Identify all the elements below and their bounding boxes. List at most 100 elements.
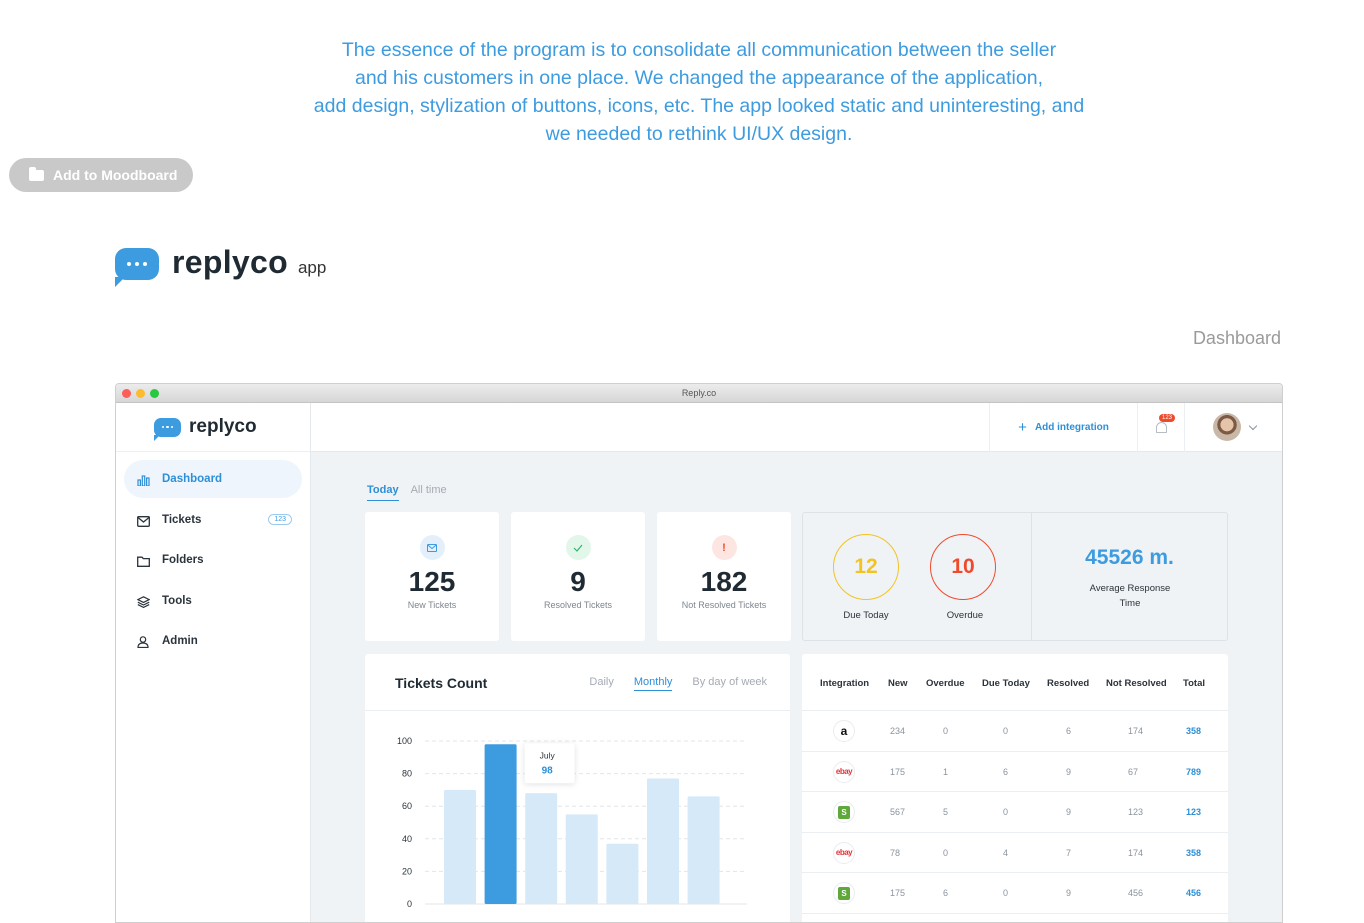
chat-bubble-icon: [154, 417, 181, 441]
amazon-icon: a: [833, 720, 855, 742]
table-cell-overdue: 0: [943, 847, 949, 858]
sidebar-item-label: Dashboard: [162, 473, 223, 485]
table-cell-due: 6: [1003, 766, 1009, 777]
intro-line: we needed to rethink UI/UX design.: [545, 123, 853, 145]
app-logo[interactable]: replyco: [116, 403, 310, 452]
chart-bar[interactable]: [444, 789, 476, 904]
overdue-label: Overdue: [946, 610, 984, 621]
stat-value: 125: [408, 566, 456, 597]
sidebar-item-tools[interactable]: Tools: [124, 582, 302, 620]
sidebar-item-tickets[interactable]: Tickets 123: [124, 501, 302, 539]
table-cell-total[interactable]: 789: [1186, 767, 1201, 777]
shopify-icon: S: [833, 801, 855, 823]
avatar[interactable]: [1213, 413, 1241, 441]
table-row[interactable]: ebay 78 0 4 7 174 358: [802, 833, 1228, 873]
table-cell-total[interactable]: 358: [1186, 726, 1201, 736]
chart-bar[interactable]: [687, 796, 720, 904]
tab-monthly[interactable]: Monthly: [633, 676, 673, 691]
add-to-moodboard-button[interactable]: Add to Moodboard: [9, 158, 193, 192]
notifications-button[interactable]: 123: [1137, 403, 1185, 452]
table-cell-not-resolved: 456: [1128, 888, 1144, 898]
tickets-bar-chart: 0 20 40 60 80 100 July 98: [397, 736, 747, 909]
integration-logo-glyph: a: [840, 724, 848, 738]
due-overdue-card: 12 Due Today 10 Overdue 45526 m. Average…: [802, 512, 1228, 641]
table-cell-total[interactable]: 456: [1186, 888, 1201, 898]
table-cell-not-resolved: 174: [1128, 726, 1144, 736]
app-logo-text: replyco: [189, 416, 257, 437]
mail-icon: [419, 535, 445, 560]
stat-card-new-tickets: 125 New Tickets: [365, 512, 499, 641]
table-cell-total[interactable]: 358: [1186, 848, 1201, 858]
table-cell-new: 78: [890, 847, 901, 858]
table-cell-not-resolved: 174: [1128, 847, 1144, 858]
app-window: Reply.co replyco Dashboard Tickets 123 F…: [115, 383, 1283, 923]
table-row[interactable]: S 175 6 0 9 456 456: [802, 873, 1228, 914]
column-header: Integration: [820, 678, 870, 689]
table-cell-due: 0: [1003, 726, 1009, 736]
sidebar-item-folders[interactable]: Folders: [124, 541, 302, 579]
table-cell-resolved: 9: [1066, 888, 1072, 898]
integration-logo-glyph: ebay: [835, 848, 853, 857]
sidebar-item-label: Folders: [162, 554, 204, 566]
table-cell-not-resolved: 67: [1128, 766, 1139, 777]
y-tick-label: 40: [402, 834, 412, 844]
table-cell-resolved: 6: [1066, 726, 1072, 736]
tab-today[interactable]: Today: [367, 484, 399, 501]
column-header: Resolved: [1047, 678, 1090, 689]
table-cell-overdue: 5: [943, 807, 949, 817]
brand-logo: replyco app: [115, 244, 326, 287]
top-bar: + Add integration 123: [311, 403, 1282, 452]
chart-bar[interactable]: [565, 814, 598, 904]
intro-text: The essence of the program is to consoli…: [0, 36, 1364, 148]
average-response-label: Average Response Time: [1082, 581, 1178, 611]
table-cell-overdue: 1: [943, 766, 949, 777]
chevron-down-icon[interactable]: [1248, 421, 1258, 431]
overdue-ring: 10: [930, 534, 996, 600]
add-integration-button[interactable]: + Add integration: [989, 403, 1137, 452]
column-header: Due Today: [982, 678, 1030, 689]
table-cell-overdue: 6: [943, 888, 949, 898]
chart-title: Tickets Count: [395, 675, 488, 691]
sidebar: replyco Dashboard Tickets 123 Folders To…: [116, 403, 311, 922]
table-cell-overdue: 0: [943, 726, 949, 736]
table-cell-total[interactable]: 123: [1186, 807, 1201, 817]
table-cell-resolved: 7: [1066, 847, 1072, 858]
column-header: Overdue: [926, 678, 965, 689]
table-row[interactable]: S 567 5 0 9 123 123: [802, 792, 1228, 833]
tickets-count-card: Tickets Count Daily Monthly By day of we…: [365, 654, 790, 922]
stat-card-not-resolved-tickets: ! 182 Not Resolved Tickets: [657, 512, 791, 641]
y-tick-label: 100: [397, 736, 412, 746]
stat-value: 182: [700, 566, 748, 597]
sidebar-item-label: Admin: [162, 635, 198, 647]
mail-icon: [136, 513, 150, 527]
integration-logo-glyph: ebay: [835, 767, 853, 776]
section-label: Dashboard: [1192, 328, 1281, 348]
tab-by-day-of-week[interactable]: By day of week: [692, 676, 767, 691]
tab-all-time[interactable]: All time: [411, 484, 447, 501]
table-cell-resolved: 9: [1066, 807, 1072, 817]
average-response-label-line: Time: [1119, 598, 1141, 609]
stat-card-resolved-tickets: 9 Resolved Tickets: [511, 512, 645, 641]
sidebar-item-admin[interactable]: Admin: [124, 622, 302, 660]
table-cell-due: 4: [1003, 847, 1009, 858]
y-tick-label: 20: [402, 866, 412, 876]
bar-chart-icon: [136, 472, 150, 486]
tab-daily[interactable]: Daily: [589, 676, 613, 691]
chart-bar[interactable]: [484, 744, 517, 904]
stat-label: Not Resolved Tickets: [681, 600, 767, 610]
chart-bar[interactable]: [525, 793, 558, 904]
sidebar-item-dashboard[interactable]: Dashboard: [124, 460, 302, 498]
check-icon: [565, 535, 591, 560]
tooltip-value: 98: [542, 765, 554, 776]
table-header: Integration New Overdue Due Today Resolv…: [802, 654, 1228, 711]
divider: [1031, 513, 1032, 640]
y-tick-label: 60: [402, 801, 412, 811]
exclamation-icon: !: [711, 535, 737, 560]
table-row[interactable]: a 234 0 0 6 174 358: [802, 711, 1228, 752]
chart-bar[interactable]: [647, 778, 679, 904]
table-cell-due: 0: [1003, 807, 1009, 817]
add-integration-label: Add integration: [1034, 422, 1109, 433]
period-tabs: Today All time: [367, 484, 447, 501]
table-row[interactable]: ebay 175 1 6 9 67 789: [802, 752, 1228, 792]
chart-bar[interactable]: [606, 843, 639, 904]
